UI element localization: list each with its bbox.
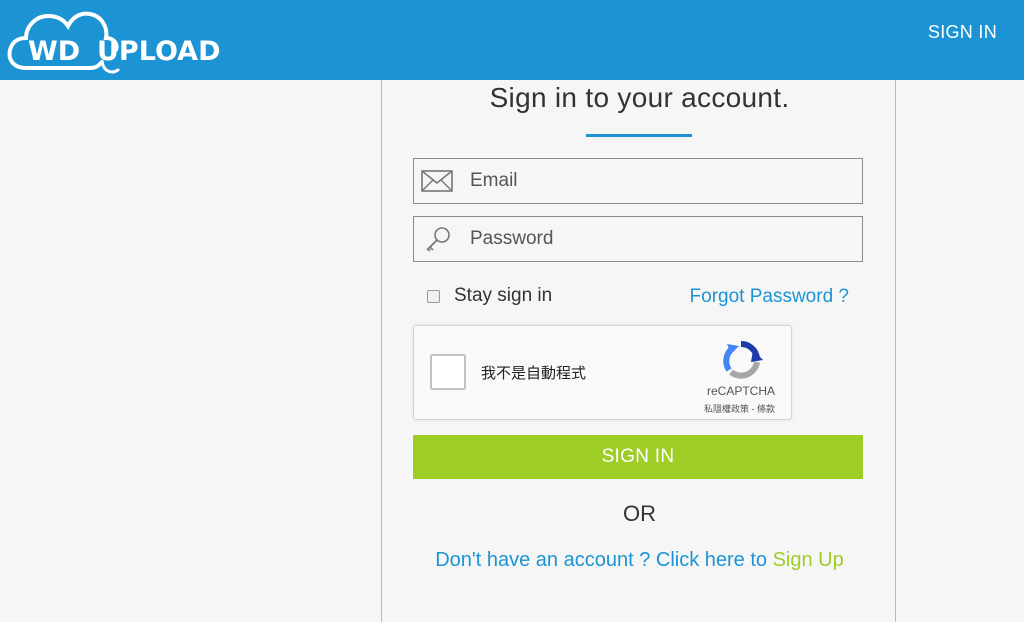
- password-input[interactable]: [470, 217, 855, 261]
- key-icon: [426, 227, 450, 252]
- title-underline: [586, 134, 692, 137]
- wdupload-logo[interactable]: WD UPLOAD: [6, 4, 238, 76]
- envelope-icon: [421, 170, 453, 192]
- signup-prompt-text: Don't have an account ? Click here to: [435, 549, 768, 571]
- recaptcha-widget: 我不是自動程式 reCAPTCHA 私隱權政策 - 條款: [413, 325, 792, 420]
- or-divider: OR: [623, 501, 656, 526]
- email-input[interactable]: [470, 159, 855, 203]
- signup-prompt: Don't have an account ? Click here to Si…: [382, 549, 897, 572]
- logo-text-wd: WD: [28, 36, 81, 67]
- signup-link[interactable]: Sign Up: [773, 549, 844, 571]
- stay-signed-in-checkbox[interactable]: [427, 289, 440, 303]
- stay-signed-in: Stay sign in: [427, 284, 552, 308]
- recaptcha-logo-icon: [723, 340, 763, 379]
- recaptcha-label: 我不是自動程式: [481, 364, 587, 382]
- recaptcha-brand: reCAPTCHA: [706, 384, 775, 398]
- top-header: WD UPLOAD SIGN IN: [0, 0, 1024, 80]
- signin-panel: Sign in to your account. Stay sign in Fo…: [381, 80, 896, 622]
- forgot-password-link[interactable]: Forgot Password ?: [690, 286, 849, 308]
- recaptcha-checkbox[interactable]: [430, 354, 466, 390]
- recaptcha-terms[interactable]: 私隱權政策 - 條款: [704, 402, 775, 415]
- email-field[interactable]: [413, 158, 863, 204]
- password-field[interactable]: [413, 216, 863, 262]
- page-title: Sign in to your account.: [489, 82, 790, 113]
- logo-text-upload: UPLOAD: [97, 36, 221, 67]
- stay-signed-in-label: Stay sign in: [454, 285, 553, 306]
- signin-button[interactable]: SIGN IN: [413, 435, 863, 479]
- header-signin-link[interactable]: SIGN IN: [928, 22, 997, 43]
